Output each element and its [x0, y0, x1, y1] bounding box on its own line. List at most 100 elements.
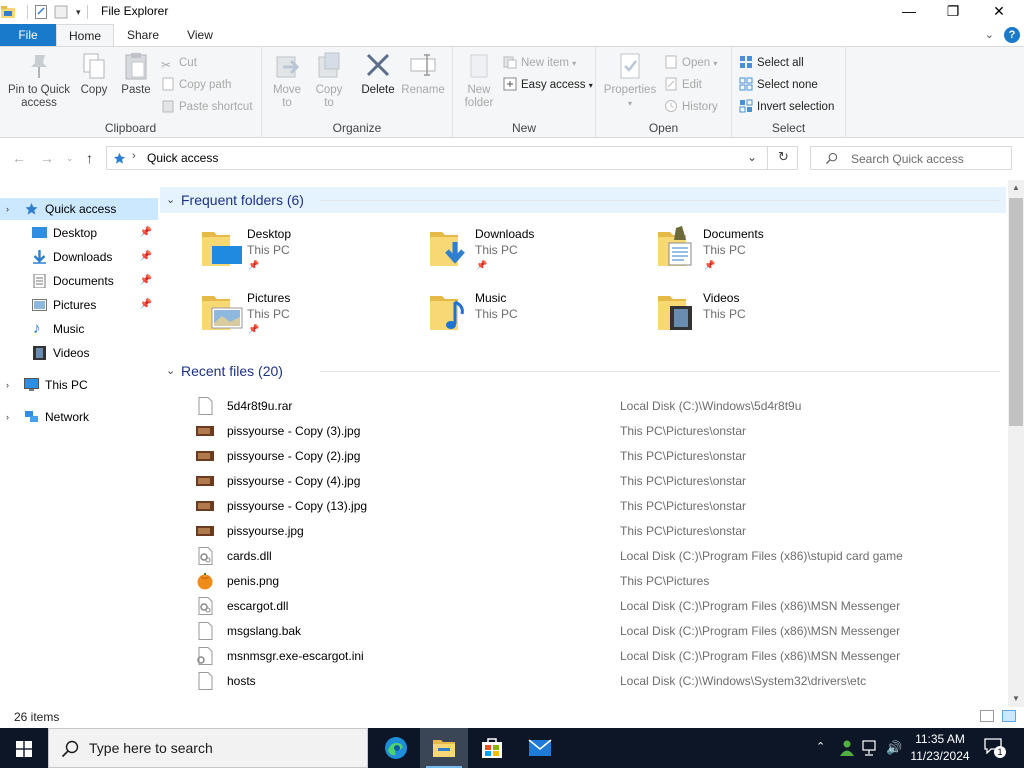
- taskbar-file-explorer[interactable]: [420, 728, 468, 768]
- list-item[interactable]: pissyourse - Copy (13).jpg This PC\Pictu…: [160, 493, 1006, 518]
- taskbar-edge[interactable]: [372, 728, 420, 768]
- frequent-folders-header[interactable]: ⌄ Frequent folders (6): [160, 187, 1006, 213]
- list-item[interactable]: pissyourse - Copy (4).jpg This PC\Pictur…: [160, 468, 1006, 493]
- close-button[interactable]: ✕: [976, 0, 1022, 24]
- address-bar[interactable]: › Quick access ⌄ ↻: [106, 146, 798, 170]
- scrollbar-thumb[interactable]: [1009, 198, 1023, 426]
- scroll-down-icon[interactable]: ▼: [1008, 691, 1024, 707]
- help-button[interactable]: ?: [1004, 27, 1020, 43]
- new-folder-button[interactable]: New folder: [459, 51, 499, 110]
- select-all-button[interactable]: Select all: [739, 53, 804, 73]
- pin-icon[interactable]: 📌: [140, 270, 152, 292]
- cut-button[interactable]: ✂ Cut: [161, 53, 197, 73]
- move-to-button[interactable]: Move to: [268, 51, 306, 110]
- open-group: Properties ▾ Open ▾ Edit History Open: [596, 47, 732, 137]
- list-item[interactable]: cards.dll Local Disk (C:)\Program Files …: [160, 543, 1006, 568]
- notification-center-icon[interactable]: 1: [984, 738, 1006, 758]
- pin-icon[interactable]: 📌: [140, 294, 152, 316]
- list-item[interactable]: escargot.dll Local Disk (C:)\Program Fil…: [160, 593, 1006, 618]
- edit-button[interactable]: Edit: [664, 75, 702, 95]
- folder-tile-pictures[interactable]: Pictures This PC 📌: [160, 286, 380, 340]
- pin-to-quick-access-button[interactable]: Pin to Quick access: [4, 51, 74, 110]
- collapse-chevron-icon[interactable]: ⌄: [166, 187, 175, 213]
- folder-tile-music[interactable]: Music This PC: [388, 286, 608, 340]
- chevron-down-icon[interactable]: ⌄: [985, 28, 994, 41]
- tab-share[interactable]: Share: [114, 24, 172, 46]
- folder-tile-documents[interactable]: Documents This PC 📌: [616, 222, 836, 276]
- show-hidden-icons-icon[interactable]: ⌃: [816, 740, 825, 753]
- select-none-button[interactable]: Select none: [739, 75, 818, 95]
- delete-button[interactable]: Delete: [358, 51, 398, 97]
- maximize-button[interactable]: ❐: [930, 0, 976, 24]
- pin-icon[interactable]: 📌: [140, 246, 152, 268]
- expand-chevron-icon[interactable]: ›: [6, 406, 9, 428]
- sidebar-item-videos[interactable]: Videos: [0, 342, 158, 364]
- sidebar-item-network[interactable]: › Network: [0, 406, 158, 428]
- paste-button[interactable]: Paste: [116, 51, 156, 97]
- history-button[interactable]: History: [664, 97, 718, 117]
- start-button[interactable]: [0, 728, 48, 768]
- vertical-scrollbar[interactable]: ▲ ▼: [1008, 180, 1024, 707]
- copy-to-button[interactable]: Copy to: [310, 51, 348, 110]
- sidebar-item-quick-access[interactable]: › Quick access: [0, 198, 158, 220]
- taskbar-clock[interactable]: 11:35 AM 11/23/2024: [904, 731, 976, 765]
- network-status-icon[interactable]: [862, 740, 880, 756]
- taskbar-search-input[interactable]: Type here to search: [48, 728, 368, 768]
- sidebar-item-music[interactable]: ♪ Music: [0, 318, 158, 340]
- taskbar-store[interactable]: [468, 728, 516, 768]
- new-folder-icon[interactable]: [54, 5, 68, 19]
- folder-tile-desktop[interactable]: Desktop This PC 📌: [160, 222, 380, 276]
- tab-home[interactable]: Home: [56, 24, 114, 47]
- forward-arrow-icon[interactable]: →: [40, 150, 54, 166]
- user-network-icon[interactable]: [838, 739, 856, 757]
- sidebar-item-pictures[interactable]: Pictures 📌: [0, 294, 158, 316]
- copy-button[interactable]: Copy: [76, 51, 112, 97]
- recent-files-header[interactable]: ⌄ Recent files (20): [160, 358, 1006, 384]
- details-view-icon[interactable]: [980, 710, 994, 722]
- customize-toolbar-icon[interactable]: ▾: [76, 7, 81, 18]
- tab-view[interactable]: View: [172, 24, 228, 46]
- sidebar-item-this-pc[interactable]: › This PC: [0, 374, 158, 396]
- refresh-icon[interactable]: ↻: [778, 149, 789, 165]
- invert-selection-button[interactable]: Invert selection: [739, 97, 834, 117]
- back-arrow-icon[interactable]: ←: [12, 150, 26, 166]
- folder-tile-videos[interactable]: Videos This PC: [616, 286, 836, 340]
- list-item[interactable]: msnmsgr.exe-escargot.ini Local Disk (C:)…: [160, 643, 1006, 668]
- sidebar-item-desktop[interactable]: Desktop 📌: [0, 222, 158, 244]
- breadcrumb-chevron-icon[interactable]: ›: [132, 150, 136, 162]
- taskbar-mail[interactable]: [516, 728, 564, 768]
- volume-icon[interactable]: 🔊: [886, 740, 902, 756]
- tab-file[interactable]: File: [0, 24, 56, 46]
- breadcrumb[interactable]: Quick access: [147, 151, 218, 165]
- up-arrow-icon[interactable]: ↑: [86, 150, 93, 166]
- list-item[interactable]: pissyourse - Copy (2).jpg This PC\Pictur…: [160, 443, 1006, 468]
- open-button[interactable]: Open ▾: [664, 53, 717, 73]
- search-input[interactable]: Search Quick access: [810, 146, 1012, 170]
- easy-access-button[interactable]: Easy access ▾: [503, 75, 593, 95]
- expand-chevron-icon[interactable]: ›: [6, 374, 9, 396]
- paste-shortcut-button[interactable]: Paste shortcut: [161, 97, 253, 117]
- list-item[interactable]: pissyourse.jpg This PC\Pictures\onstar: [160, 518, 1006, 543]
- list-item[interactable]: pissyourse - Copy (3).jpg This PC\Pictur…: [160, 418, 1006, 443]
- rename-button[interactable]: Rename: [400, 51, 446, 97]
- file-explorer-icon[interactable]: [1, 5, 15, 19]
- pin-icon[interactable]: 📌: [140, 222, 152, 244]
- properties-icon[interactable]: [34, 5, 48, 19]
- minimize-button[interactable]: —: [886, 0, 932, 24]
- copy-path-button[interactable]: Copy path: [161, 75, 231, 95]
- collapse-chevron-icon[interactable]: ⌄: [166, 358, 175, 384]
- folder-tile-downloads[interactable]: Downloads This PC 📌: [388, 222, 608, 276]
- list-item[interactable]: 5d4r8t9u.rar Local Disk (C:)\Windows\5d4…: [160, 393, 1006, 418]
- chevron-down-icon[interactable]: ⌄: [747, 150, 757, 164]
- list-item[interactable]: penis.png This PC\Pictures: [160, 568, 1006, 593]
- list-item[interactable]: msgslang.bak Local Disk (C:)\Program Fil…: [160, 618, 1006, 643]
- large-icons-view-icon[interactable]: [1002, 710, 1016, 722]
- properties-button[interactable]: Properties ▾: [602, 51, 658, 110]
- new-item-button[interactable]: New item ▾: [503, 53, 576, 73]
- scroll-up-icon[interactable]: ▲: [1008, 180, 1024, 196]
- list-item[interactable]: hosts Local Disk (C:)\Windows\System32\d…: [160, 668, 1006, 693]
- sidebar-item-documents[interactable]: Documents 📌: [0, 270, 158, 292]
- sidebar-item-downloads[interactable]: Downloads 📌: [0, 246, 158, 268]
- expand-chevron-icon[interactable]: ›: [6, 198, 9, 220]
- recent-locations-icon[interactable]: ⌄: [66, 153, 74, 164]
